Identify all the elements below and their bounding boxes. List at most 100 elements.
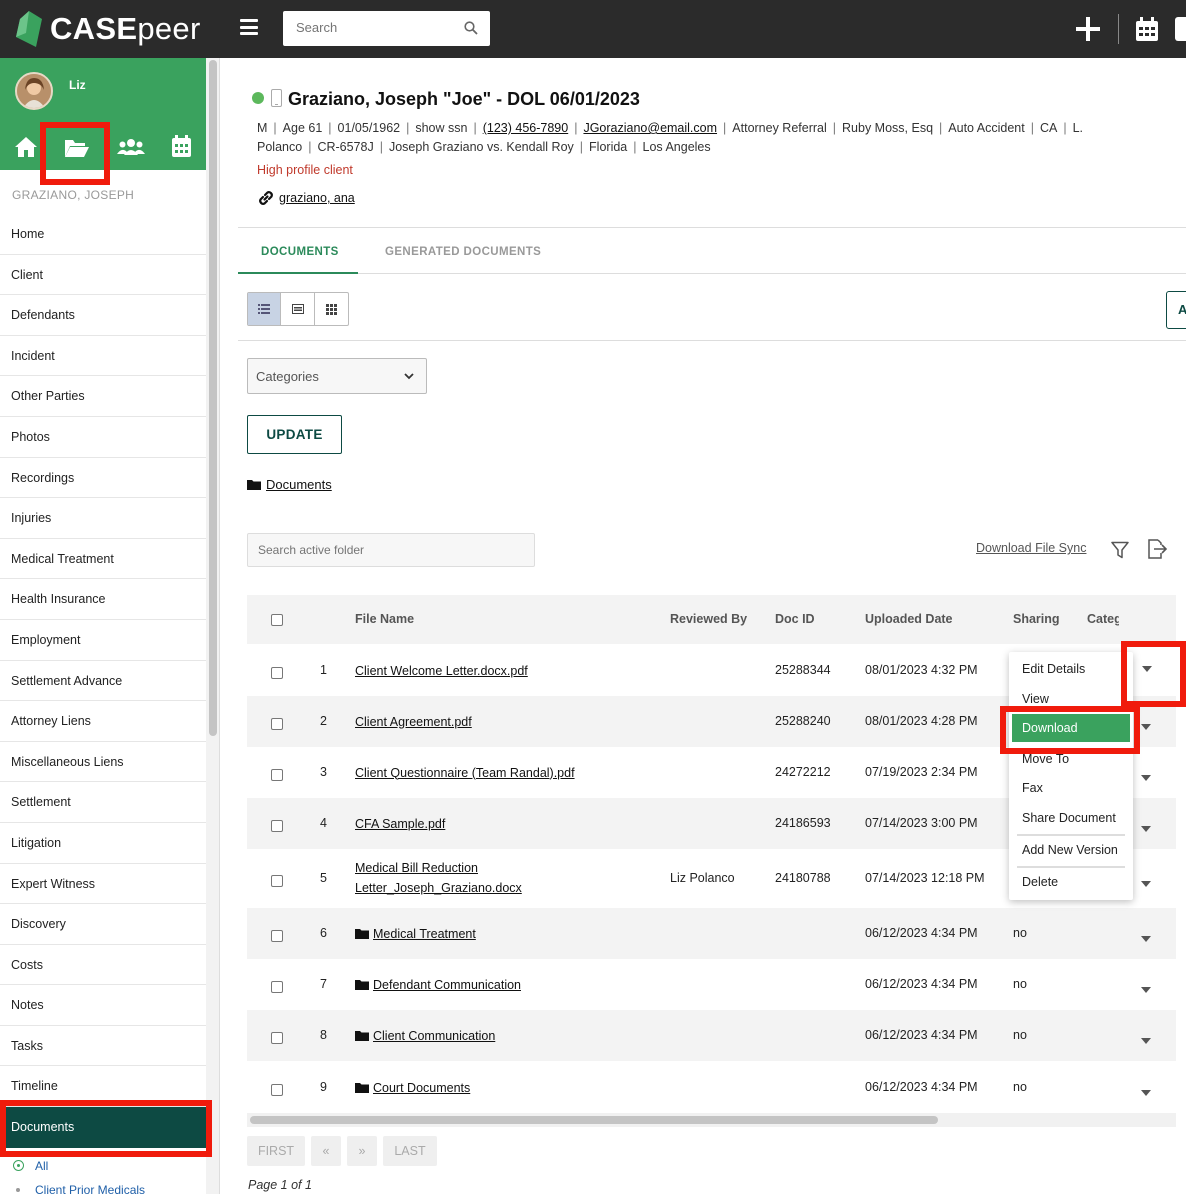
- calendar-icon[interactable]: [1135, 17, 1159, 42]
- categories-select[interactable]: Categories: [247, 358, 427, 394]
- menu-item-add-new-version[interactable]: Add New Version: [1009, 835, 1133, 865]
- row-actions-caret-icon[interactable]: [1141, 825, 1151, 832]
- first-page-button[interactable]: FIRST: [247, 1136, 305, 1166]
- sidebar-item-miscellaneous-liens[interactable]: Miscellaneous Liens: [0, 742, 206, 783]
- row-actions-caret-icon[interactable]: [1141, 935, 1151, 942]
- header-sharing[interactable]: Sharing: [1013, 612, 1060, 626]
- tab-generated-documents[interactable]: GENERATED DOCUMENTS: [385, 246, 541, 258]
- filter-icon[interactable]: [1111, 541, 1129, 559]
- contacts-icon[interactable]: [117, 138, 145, 156]
- sidebar-item-attorney-liens[interactable]: Attorney Liens: [0, 701, 206, 742]
- header-uploaded-date[interactable]: Uploaded Date: [865, 612, 953, 626]
- folder-open-icon[interactable]: [64, 138, 90, 158]
- list-view-button[interactable]: [248, 293, 282, 325]
- sidebar-item-recordings[interactable]: Recordings: [0, 458, 206, 499]
- sidebar-item-documents[interactable]: Documents: [0, 1107, 206, 1148]
- home-icon[interactable]: [14, 136, 38, 158]
- grid-view-button[interactable]: [315, 293, 348, 325]
- sidebar-item-employment[interactable]: Employment: [0, 620, 206, 661]
- table-scrollbar-thumb[interactable]: [250, 1116, 938, 1124]
- folder-link[interactable]: Defendant Communication: [373, 975, 521, 995]
- breadcrumb-documents-link[interactable]: Documents: [266, 477, 332, 492]
- sidebar-item-injuries[interactable]: Injuries: [0, 498, 206, 539]
- folder-link[interactable]: Client Communication: [373, 1026, 495, 1046]
- prev-page-button[interactable]: «: [311, 1136, 341, 1166]
- table-row[interactable]: 9 Court Documents 06/12/2023 4:34 PM no: [247, 1062, 1176, 1113]
- table-row[interactable]: 8 Client Communication 06/12/2023 4:34 PM n…: [247, 1010, 1176, 1061]
- sidebar-item-costs[interactable]: Costs: [0, 945, 206, 986]
- sidebar-item-client[interactable]: Client: [0, 255, 206, 296]
- last-page-button[interactable]: LAST: [383, 1136, 437, 1166]
- table-row[interactable]: 7 Defendant Communication 06/12/2023 4:34 …: [247, 959, 1176, 1010]
- next-page-button[interactable]: »: [347, 1136, 377, 1166]
- sidebar-item-expert-witness[interactable]: Expert Witness: [0, 864, 206, 905]
- sidebar-item-settlement-advance[interactable]: Settlement Advance: [0, 661, 206, 702]
- row-checkbox[interactable]: [271, 1031, 283, 1044]
- global-search-input[interactable]: [283, 11, 453, 44]
- folder-link[interactable]: Medical Treatment: [373, 924, 476, 944]
- row-actions-caret-icon[interactable]: [1141, 986, 1151, 993]
- row-checkbox[interactable]: [271, 1083, 283, 1096]
- detail-view-button[interactable]: [281, 293, 315, 325]
- folder-search-input[interactable]: [248, 534, 528, 566]
- phone-link[interactable]: (123) 456-7890: [483, 121, 568, 135]
- menu-item-delete[interactable]: Delete: [1009, 867, 1133, 897]
- calendar-icon[interactable]: [172, 135, 191, 157]
- row-checkbox[interactable]: [271, 768, 283, 781]
- file-link[interactable]: Client Agreement.pdf: [355, 715, 472, 729]
- row-actions-caret-icon[interactable]: [1141, 723, 1151, 730]
- sidebar-item-home[interactable]: Home: [0, 214, 206, 255]
- tab-documents[interactable]: DOCUMENTS: [261, 246, 339, 258]
- row-checkbox[interactable]: [271, 929, 283, 942]
- table-row[interactable]: 6 Medical Treatment 06/12/2023 4:34 PM no: [247, 908, 1176, 959]
- menu-item-edit-details[interactable]: Edit Details: [1009, 654, 1133, 684]
- sidebar-item-discovery[interactable]: Discovery: [0, 904, 206, 945]
- add-document-button[interactable]: A: [1166, 291, 1186, 329]
- header-reviewed-by[interactable]: Reviewed By: [670, 612, 747, 626]
- show-ssn-link[interactable]: show ssn: [415, 121, 467, 135]
- update-button[interactable]: UPDATE: [247, 415, 342, 454]
- sidebar-item-incident[interactable]: Incident: [0, 336, 206, 377]
- row-checkbox[interactable]: [271, 980, 283, 993]
- row-actions-caret-icon[interactable]: [1141, 1089, 1151, 1096]
- row-checkbox[interactable]: [271, 717, 283, 730]
- sidebar-item-notes[interactable]: Notes: [0, 985, 206, 1026]
- sidebar-item-defendants[interactable]: Defendants: [0, 295, 206, 336]
- row-actions-caret-icon[interactable]: [1141, 774, 1151, 781]
- row-actions-toggle[interactable]: [1132, 646, 1175, 696]
- header-file-name[interactable]: File Name: [355, 612, 414, 626]
- email-link[interactable]: JGoraziano@email.com: [583, 121, 717, 135]
- header-doc-id[interactable]: Doc ID: [775, 612, 815, 626]
- menu-toggle-icon[interactable]: [240, 19, 258, 35]
- sidebar-item-medical-treatment[interactable]: Medical Treatment: [0, 539, 206, 580]
- sidebar-item-health-insurance[interactable]: Health Insurance: [0, 579, 206, 620]
- select-all-checkbox[interactable]: [271, 614, 283, 626]
- file-link[interactable]: Medical Bill Reduction Letter_Joseph_Gra…: [355, 858, 565, 898]
- menu-item-view[interactable]: View: [1009, 684, 1133, 714]
- linked-case-link[interactable]: graziano, ana: [279, 191, 355, 205]
- add-new-icon[interactable]: [1076, 17, 1100, 41]
- sidebar-item-other-parties[interactable]: Other Parties: [0, 376, 206, 417]
- row-actions-caret-icon[interactable]: [1141, 880, 1151, 887]
- avatar[interactable]: [15, 72, 53, 110]
- folder-search[interactable]: [247, 533, 535, 567]
- sidebar-scrollbar-thumb[interactable]: [209, 60, 217, 736]
- menu-item-move-to[interactable]: Move To: [1009, 744, 1133, 774]
- file-link[interactable]: Client Questionnaire (Team Randal).pdf: [355, 766, 575, 780]
- export-icon[interactable]: [1146, 539, 1168, 559]
- search-icon[interactable]: [464, 21, 478, 35]
- menu-item-fax[interactable]: Fax: [1009, 773, 1133, 803]
- menu-item-share-document[interactable]: Share Document: [1009, 803, 1133, 833]
- row-checkbox[interactable]: [271, 666, 283, 679]
- casepeer-logo[interactable]: CASEpeer: [16, 8, 201, 50]
- sidebar-scrollbar[interactable]: [206, 58, 220, 1194]
- header-category[interactable]: Categ: [1087, 612, 1119, 626]
- folder-link[interactable]: Court Documents: [373, 1078, 470, 1098]
- subnav-item-client-prior-medicals[interactable]: Client Prior Medicals: [0, 1180, 206, 1194]
- global-search[interactable]: [283, 11, 490, 46]
- row-checkbox[interactable]: [271, 819, 283, 832]
- file-link[interactable]: Client Welcome Letter.docx.pdf: [355, 664, 528, 678]
- sidebar-item-timeline[interactable]: Timeline: [0, 1066, 206, 1108]
- sidebar-item-photos[interactable]: Photos: [0, 417, 206, 458]
- row-checkbox[interactable]: [271, 874, 283, 887]
